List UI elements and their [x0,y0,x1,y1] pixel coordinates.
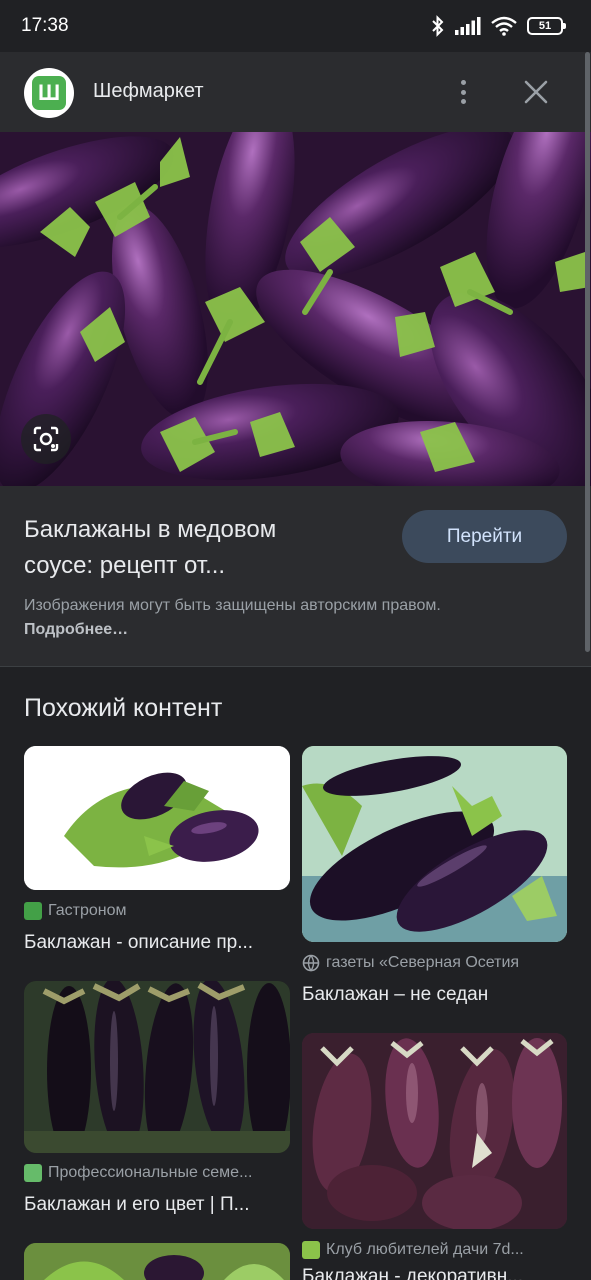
site-name[interactable]: Шефмаркет [93,80,204,103]
scrollbar[interactable] [585,52,590,652]
similar-source-1: Гастроном [24,902,127,920]
site-logo-mark: Ш [32,76,66,110]
similar-title-4[interactable]: Баклажан - декоративн... [302,1266,568,1280]
status-bar: 17:38 51 [0,0,591,52]
eggplant-image [24,746,290,890]
battery-icon: 51 [527,17,566,35]
lens-icon [33,426,59,452]
visit-button[interactable]: Перейти [402,510,567,563]
seeds-favicon-icon [24,1164,42,1182]
eggplant-image [24,1243,290,1280]
eggplant-photo [0,132,591,486]
source-header: Ш Шефмаркет [0,52,591,132]
similar-image-3[interactable] [24,981,290,1153]
learn-more-link[interactable]: Подробнее… [24,621,128,638]
site-logo[interactable]: Ш [24,68,74,118]
similar-content-heading: Похожий контент [24,694,223,722]
similar-image-2[interactable] [302,746,567,942]
signal-icon [455,17,481,35]
bluetooth-icon [432,15,444,37]
eggplant-image [302,746,567,942]
eggplant-image [302,1033,567,1229]
source-name: Профессиональные семе... [48,1164,253,1181]
globe-icon [302,954,320,972]
similar-image-4[interactable] [302,1033,567,1229]
source-name: Гастроном [48,902,127,919]
status-icons: 51 [431,14,566,38]
similar-source-4: Клуб любителей дачи 7d... [302,1241,524,1259]
similar-image-5[interactable] [24,1243,290,1280]
section-divider [0,666,591,667]
similar-title-3[interactable]: Баклажан и его цвет | П... [24,1194,290,1216]
source-name: газеты «Северная Осетия [326,954,520,971]
gastronom-favicon-icon [24,902,42,920]
copyright-text: Изображения могут быть защищены авторски… [24,597,441,614]
battery-level: 51 [538,20,552,32]
similar-image-1[interactable] [24,746,290,890]
similar-title-1[interactable]: Баклажан - описание пр... [24,932,290,954]
google-lens-button[interactable] [21,414,71,464]
similar-source-3: Профессиональные семе... [24,1164,252,1182]
result-title-line1: Баклажаны в медовом [24,516,277,543]
dacha-favicon-icon [302,1241,320,1259]
more-options-button[interactable] [452,78,474,106]
status-time: 17:38 [21,15,69,36]
preview-image[interactable] [0,132,591,486]
result-info-panel: Баклажаны в медовом соусе: рецепт от... … [0,486,591,667]
wifi-icon [491,16,517,36]
result-title[interactable]: Баклажаны в медовом соусе: рецепт от... [24,512,364,584]
similar-source-2: газеты «Северная Осетия [302,954,519,972]
similar-title-2[interactable]: Баклажан – не седан [302,984,568,1006]
eggplant-image [24,981,290,1153]
copyright-notice: Изображения могут быть защищены авторски… [24,594,474,642]
close-icon[interactable] [520,76,552,108]
more-vert-icon [460,80,466,85]
result-title-line2: соусе: рецепт от... [24,552,226,579]
source-name: Клуб любителей дачи 7d... [326,1241,524,1258]
